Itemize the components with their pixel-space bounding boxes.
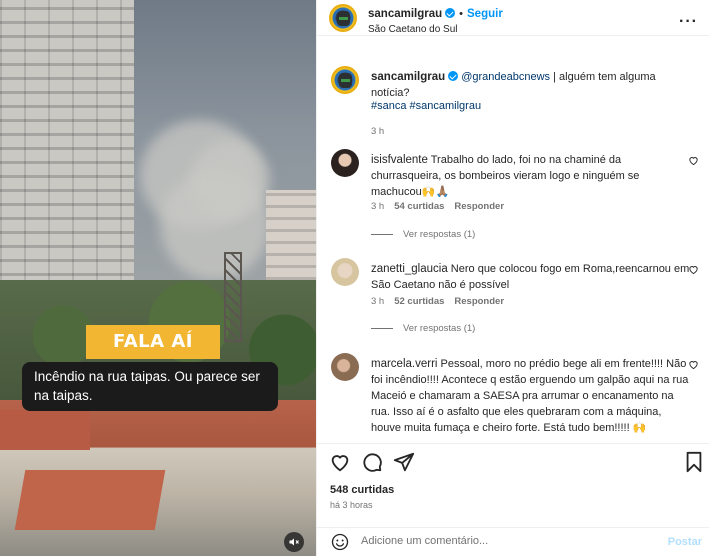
view-replies-button[interactable]: Ver respostas (1) (371, 229, 475, 240)
bookmark-icon[interactable] (683, 451, 705, 473)
comment-time: 3 h (371, 296, 385, 307)
follow-button[interactable]: Seguir (467, 8, 503, 20)
caption-mention[interactable]: @grandeabcnews (461, 71, 550, 83)
author-username[interactable]: sancamilgrau (368, 8, 442, 20)
heart-icon[interactable] (688, 264, 699, 275)
post-media[interactable]: FALA AÍ SANCA Incêndio na rua taipas. Ou… (0, 0, 316, 556)
caption-time: 3 h (371, 126, 385, 137)
action-bar (317, 443, 709, 477)
comment-username[interactable]: isisfvalente (371, 154, 428, 166)
likes-count[interactable]: 548 curtidas (330, 484, 394, 496)
comment-input[interactable] (361, 535, 641, 547)
commenter-avatar[interactable] (331, 353, 359, 381)
verified-icon (445, 8, 456, 18)
caption-hashtags[interactable]: #sanca #sancamilgrau (371, 100, 481, 112)
comment-icon[interactable] (361, 451, 383, 473)
share-icon[interactable] (393, 451, 415, 473)
post-panel: sancamilgrau • Seguir São Caetano do Sul ·… (316, 0, 709, 556)
caption-username[interactable]: sancamilgrau (371, 71, 445, 83)
mute-button[interactable] (284, 532, 304, 552)
heart-icon[interactable] (688, 155, 699, 166)
heart-icon[interactable] (329, 451, 351, 473)
author-avatar[interactable] (331, 66, 359, 94)
media-banner: FALA AÍ SANCA (86, 325, 220, 386)
post-header: sancamilgrau • Seguir São Caetano do Sul ·… (317, 0, 709, 36)
verified-icon (448, 71, 459, 81)
media-smoke (190, 140, 270, 220)
mute-icon (289, 538, 299, 546)
media-overlay-caption: Incêndio na rua taipas. Ou parece ser na… (22, 362, 278, 411)
comment-username[interactable]: zanetti_glaucia (371, 263, 448, 275)
emoji-icon[interactable] (331, 533, 349, 551)
comment-likes[interactable]: 52 curtidas (394, 296, 444, 307)
media-rooftop (0, 410, 90, 450)
header-title-row: sancamilgrau • Seguir (368, 8, 503, 20)
comments-list[interactable]: sancamilgrau @grandeabcnews | alguém tem… (317, 59, 709, 442)
comment-meta: 3 h 52 curtidas Responder (371, 296, 514, 307)
post-time: há 3 horas (330, 500, 373, 510)
media-building (0, 0, 134, 290)
comment-likes[interactable]: 54 curtidas (394, 201, 444, 212)
commenter-avatar[interactable] (331, 258, 359, 286)
commenter-avatar[interactable] (331, 149, 359, 177)
reply-button[interactable]: Responder (454, 201, 504, 212)
media-rooftop (14, 470, 166, 530)
add-comment-bar: Postar (317, 527, 709, 556)
post-comment-button[interactable]: Postar (668, 536, 702, 548)
comment-username[interactable]: marcela.verri (371, 358, 437, 370)
comment-time: 3 h (371, 201, 385, 212)
more-icon[interactable]: ··· (679, 13, 698, 31)
comment-meta: 3 h 54 curtidas Responder (371, 201, 514, 212)
view-replies-button[interactable]: Ver respostas (1) (371, 323, 475, 334)
heart-icon[interactable] (688, 359, 699, 370)
author-avatar[interactable] (329, 4, 357, 32)
media-pylon (224, 252, 242, 342)
reply-button[interactable]: Responder (454, 296, 504, 307)
post-location[interactable]: São Caetano do Sul (368, 24, 458, 35)
